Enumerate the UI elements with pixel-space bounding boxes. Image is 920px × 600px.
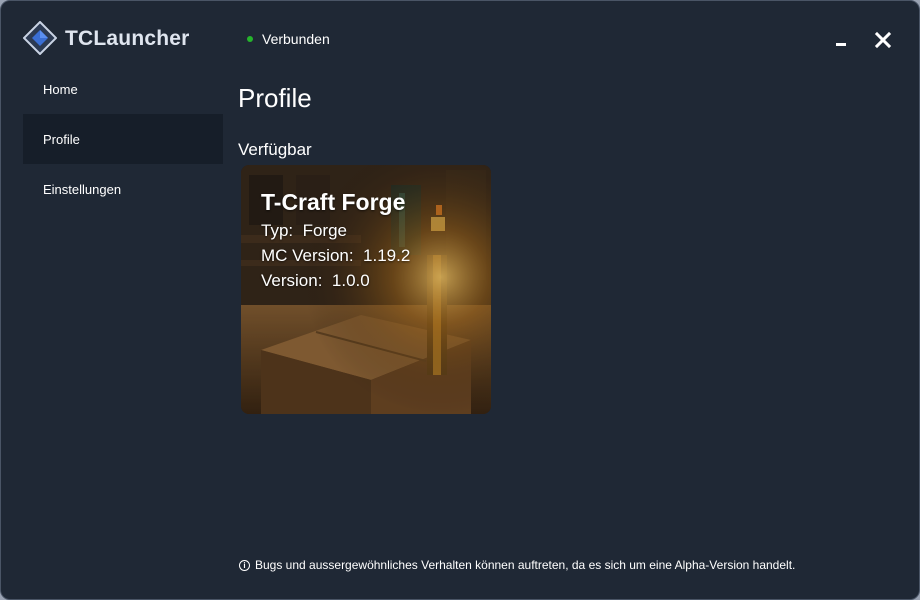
alpha-notice: i Bugs und aussergewöhnliches Verhalten … (239, 558, 795, 572)
profile-type-value: Forge (302, 221, 347, 240)
sidebar-item-home[interactable]: Home (23, 64, 223, 114)
launcher-window: TCLauncher Verbunden Home Profile Einste… (0, 0, 920, 600)
section-title: Verfügbar (238, 140, 312, 159)
profile-version-value: 1.0.0 (331, 271, 370, 290)
status-text: Verbunden (262, 31, 330, 47)
sidebar-item-label: Home (43, 81, 78, 97)
close-button[interactable] (870, 27, 896, 53)
alpha-notice-text: Bugs und aussergewöhnliches Verhalten kö… (255, 558, 796, 572)
minimize-button[interactable] (829, 27, 855, 53)
profile-version-label: Version: (261, 271, 323, 290)
sidebar-item-label: Profile (43, 131, 80, 147)
sidebar-item-profile[interactable]: Profile (23, 114, 223, 164)
profile-card-details: T-Craft Forge Typ: Forge MC Version: 1.1… (261, 189, 410, 296)
minimize-icon (836, 43, 846, 46)
connection-status: Verbunden (247, 31, 330, 47)
tclauncher-logo-icon (23, 21, 57, 55)
sidebar-item-einstellungen[interactable]: Einstellungen (23, 164, 223, 214)
sidebar-item-label: Einstellungen (43, 181, 122, 197)
sidebar-nav: Home Profile Einstellungen (23, 64, 223, 214)
page-title: Profile (238, 83, 312, 113)
profile-type-label: Typ: (261, 221, 294, 240)
profile-mc-version: MC Version: 1.19.2 (261, 246, 410, 266)
profile-type: Typ: Forge (261, 221, 410, 241)
profile-version: Version: 1.0.0 (261, 271, 410, 291)
status-dot-icon (247, 36, 253, 42)
profile-mc-version-value: 1.19.2 (363, 246, 411, 265)
profile-mc-version-label: MC Version: (261, 246, 354, 265)
profile-card[interactable]: T-Craft Forge Typ: Forge MC Version: 1.1… (241, 165, 491, 414)
info-icon: i (239, 559, 250, 571)
close-icon (874, 31, 892, 49)
profile-name: T-Craft Forge (261, 189, 406, 215)
app-title: TCLauncher (65, 27, 190, 50)
